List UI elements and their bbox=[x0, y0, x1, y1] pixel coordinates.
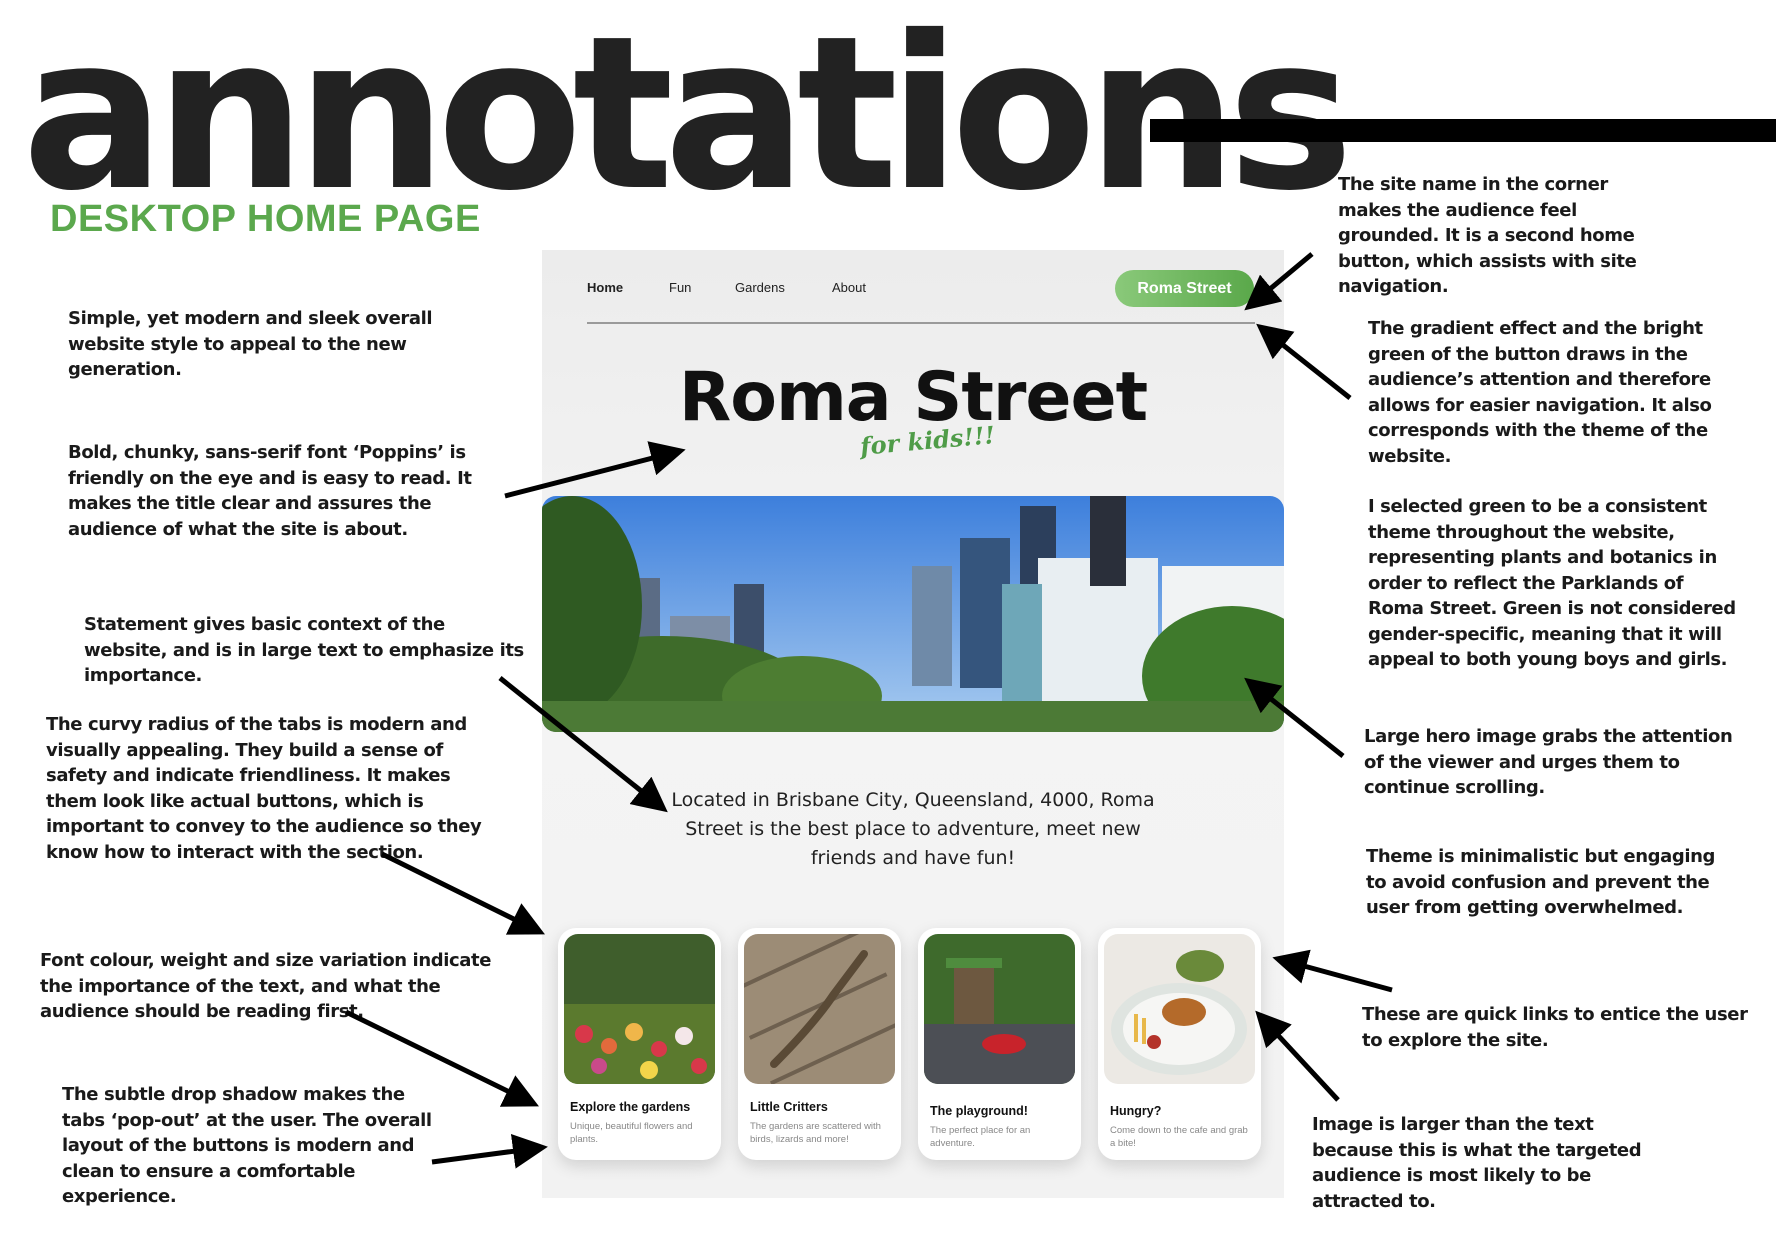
card-critters-image bbox=[744, 934, 895, 1084]
annotation-style: Simple, yet modern and sleek overall web… bbox=[68, 308, 433, 380]
nav-home-link[interactable]: Home bbox=[587, 280, 623, 295]
page-heading: annotations bbox=[22, 0, 1354, 237]
card-gardens-image bbox=[564, 934, 715, 1084]
annotation-theme: Theme is minimalistic but engaging to av… bbox=[1366, 846, 1716, 918]
website-mockup: Home Fun Gardens About Roma Street Roma … bbox=[542, 250, 1284, 1198]
card-little-critters[interactable]: Little Critters The gardens are scattere… bbox=[738, 928, 901, 1160]
nav-about-link[interactable]: About bbox=[832, 280, 866, 295]
roma-street-home-button[interactable]: Roma Street bbox=[1115, 270, 1254, 307]
heading-rule bbox=[1150, 119, 1776, 142]
card-description: Unique, beautiful flowers and plants. bbox=[570, 1121, 693, 1145]
card-description: The perfect place for an adventure. bbox=[930, 1125, 1031, 1149]
card-description: The gardens are scattered with birds, li… bbox=[750, 1121, 881, 1145]
annotation-quick-links: These are quick links to entice the user… bbox=[1362, 1004, 1748, 1051]
page-subtitle: DESKTOP HOME PAGE bbox=[50, 198, 481, 240]
card-title: The playground! bbox=[930, 1104, 1028, 1118]
card-playground[interactable]: The playground! The perfect place for an… bbox=[918, 928, 1081, 1160]
annotation-image-size: Image is larger than the text because th… bbox=[1312, 1114, 1642, 1212]
card-hungry-image bbox=[1104, 934, 1255, 1084]
card-title: Explore the gardens bbox=[570, 1100, 691, 1114]
annotation-hero-image: Large hero image grabs the attention of … bbox=[1364, 726, 1733, 798]
annotation-font-variation: Font colour, weight and size variation i… bbox=[40, 950, 492, 1022]
card-explore-gardens[interactable]: Explore the gardens Unique, beautiful fl… bbox=[558, 928, 721, 1160]
intro-statement: Located in Brisbane City, Queensland, 40… bbox=[671, 789, 1155, 869]
annotation-curvy-tabs: The curvy radius of the tabs is modern a… bbox=[46, 714, 482, 863]
card-description: Come down to the cafe and grab a bite! bbox=[1110, 1125, 1248, 1149]
card-title: Little Critters bbox=[750, 1100, 828, 1114]
card-title: Hungry? bbox=[1110, 1104, 1162, 1118]
annotation-site-name: The site name in the corner makes the au… bbox=[1338, 174, 1637, 297]
annotation-drop-shadow: The subtle drop shadow makes the tabs ‘p… bbox=[62, 1084, 432, 1207]
card-playground-image bbox=[924, 934, 1075, 1084]
nav-divider bbox=[587, 322, 1255, 324]
card-hungry[interactable]: Hungry? Come down to the cafe and grab a… bbox=[1098, 928, 1261, 1160]
annotation-green-theme: I selected green to be a consistent them… bbox=[1368, 496, 1736, 670]
annotation-gradient-button: The gradient effect and the bright green… bbox=[1368, 318, 1712, 467]
hero-title: Roma Street bbox=[678, 358, 1148, 437]
annotation-statement: Statement gives basic context of the web… bbox=[84, 614, 524, 686]
annotation-font: Bold, chunky, sans-serif font ‘Poppins’ … bbox=[68, 442, 472, 540]
nav-gardens-link[interactable]: Gardens bbox=[735, 280, 785, 295]
hero-image bbox=[542, 496, 1284, 732]
nav-fun-link[interactable]: Fun bbox=[669, 280, 691, 295]
